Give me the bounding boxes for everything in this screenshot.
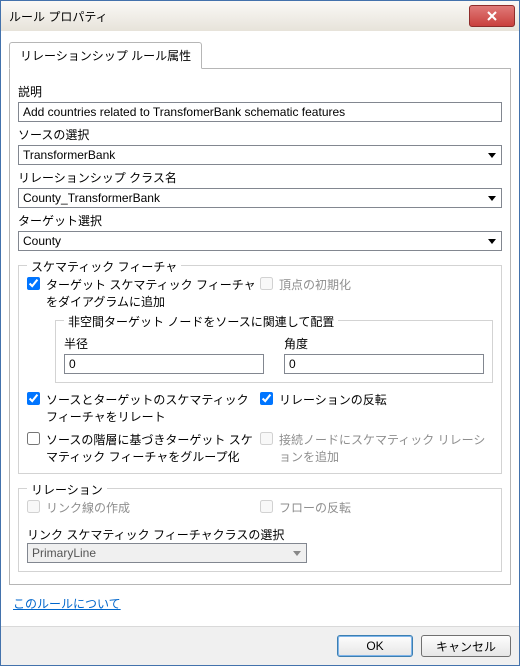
angle-label: 角度	[284, 335, 484, 352]
reverse-relation-label: リレーションの反転	[279, 391, 387, 408]
angle-input[interactable]	[284, 354, 484, 374]
cancel-button[interactable]: キャンセル	[421, 635, 511, 657]
ok-button[interactable]: OK	[337, 635, 413, 657]
reverse-relation-checkbox[interactable]	[260, 392, 273, 405]
dialog-body: リレーションシップ ルール属性 説明 ソースの選択 リレーションシップ クラス名…	[1, 31, 519, 626]
label-rel-class: リレーションシップ クラス名	[18, 169, 502, 186]
nonspatial-group-title: 非空間ターゲット ノードをソースに関連して配置	[64, 313, 338, 330]
tab-relationship-rule-attrs[interactable]: リレーションシップ ルール属性	[9, 42, 202, 69]
dialog-window: ルール プロパティ リレーションシップ ルール属性 説明 ソースの選択 リレーシ…	[0, 0, 520, 666]
target-select-wrap	[18, 231, 502, 251]
relation-group-title: リレーション	[27, 481, 107, 498]
tabstrip: リレーションシップ ルール属性	[9, 41, 511, 69]
add-conn-node-wrap: 接続ノードにスケマティック リレーションを追加	[260, 431, 493, 465]
relclass-select[interactable]	[18, 188, 502, 208]
vertex-init-wrap: 頂点の初期化	[260, 276, 493, 293]
relation-group: リレーション リンク線の作成 フローの反転	[18, 488, 502, 572]
titlebar: ルール プロパティ	[1, 1, 519, 31]
label-description: 説明	[18, 83, 502, 100]
create-links-label: リンク線の作成	[46, 499, 130, 516]
close-button[interactable]	[469, 5, 515, 27]
label-target-select: ターゲット選択	[18, 212, 502, 229]
source-select[interactable]	[18, 145, 502, 165]
add-target-schematic-checkbox[interactable]	[27, 277, 40, 290]
vertex-init-label: 頂点の初期化	[279, 276, 351, 293]
create-links-wrap: リンク線の作成	[27, 499, 260, 516]
schematic-group-title: スケマティック フィーチャ	[27, 258, 181, 275]
link-class-label: リンク スケマティック フィーチャクラスの選択	[27, 526, 493, 543]
group-by-hierarchy-checkbox[interactable]	[27, 432, 40, 445]
create-links-checkbox	[27, 500, 40, 513]
reverse-relation-wrap[interactable]: リレーションの反転	[260, 391, 493, 408]
group-by-hierarchy-wrap[interactable]: ソースの階層に基づきターゲット スケマティック フィーチャをグループ化	[27, 431, 260, 465]
reverse-flow-wrap: フローの反転	[260, 499, 493, 516]
about-rule-link[interactable]: このルールについて	[13, 595, 121, 612]
relate-schematic-wrap[interactable]: ソースとターゲットのスケマティック フィーチャをリレート	[27, 391, 260, 425]
vertex-init-checkbox	[260, 277, 273, 290]
relate-schematic-label: ソースとターゲットのスケマティック フィーチャをリレート	[46, 391, 260, 425]
label-source-select: ソースの選択	[18, 126, 502, 143]
link-class-select-wrap	[27, 543, 307, 563]
group-by-hierarchy-label: ソースの階層に基づきターゲット スケマティック フィーチャをグループ化	[46, 431, 260, 465]
close-icon	[487, 11, 497, 21]
window-title: ルール プロパティ	[9, 8, 108, 25]
relate-schematic-checkbox[interactable]	[27, 392, 40, 405]
reverse-flow-checkbox	[260, 500, 273, 513]
relclass-select-wrap	[18, 188, 502, 208]
schematic-feature-group: スケマティック フィーチャ ターゲット スケマティック フィーチャをダイアグラム…	[18, 265, 502, 474]
tabpage: 説明 ソースの選択 リレーションシップ クラス名 ターゲット選択 スケマティック…	[9, 69, 511, 585]
link-class-select	[27, 543, 307, 563]
add-target-schematic-label: ターゲット スケマティック フィーチャをダイアグラムに追加	[46, 276, 260, 310]
radius-input[interactable]	[64, 354, 264, 374]
nonspatial-target-group: 非空間ターゲット ノードをソースに関連して配置 半径 角度	[55, 320, 493, 383]
add-conn-node-label: 接続ノードにスケマティック リレーションを追加	[279, 431, 493, 465]
add-conn-node-checkbox	[260, 432, 273, 445]
source-select-wrap	[18, 145, 502, 165]
add-target-schematic-wrap[interactable]: ターゲット スケマティック フィーチャをダイアグラムに追加	[27, 276, 260, 310]
dialog-footer: OK キャンセル	[1, 626, 519, 665]
description-input[interactable]	[18, 102, 502, 122]
reverse-flow-label: フローの反転	[279, 499, 351, 516]
target-select[interactable]	[18, 231, 502, 251]
radius-label: 半径	[64, 335, 264, 352]
